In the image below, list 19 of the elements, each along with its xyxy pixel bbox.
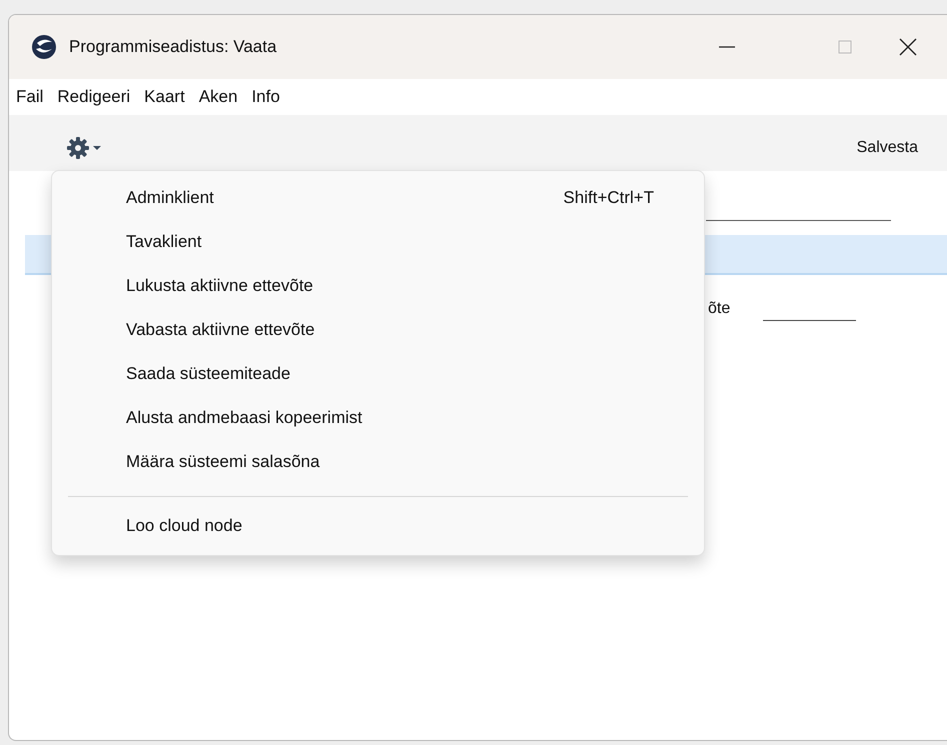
menu-bar-item[interactable]: Aken <box>192 87 245 107</box>
menu-bar-item[interactable]: Kaart <box>137 87 192 107</box>
menu-bar-item[interactable]: Info <box>244 87 287 107</box>
menu-bar-item[interactable]: Redigeeri <box>50 87 138 107</box>
menu-item[interactable]: Tavaklient <box>56 220 700 264</box>
menu-item[interactable]: Määra süsteemi salasõna <box>56 440 700 484</box>
menu-item[interactable]: Saada süsteemiteade <box>56 352 700 396</box>
close-icon[interactable] <box>897 36 919 58</box>
field-label: õte <box>708 300 730 318</box>
menu-item[interactable]: Lukusta aktiivne ettevõte <box>56 264 700 308</box>
menu-item[interactable]: Loo cloud node <box>56 504 700 548</box>
save-button[interactable]: Salvesta <box>856 139 918 157</box>
app-logo-icon <box>31 34 57 60</box>
menu-bar-item[interactable]: Fail <box>9 87 50 107</box>
menu-item[interactable]: Vabasta aktiivne ettevõte <box>56 308 700 352</box>
menu-item[interactable]: Alusta andmebaasi kopeerimist <box>56 396 700 440</box>
menu-item[interactable]: Adminklient Shift+Ctrl+T <box>56 176 700 220</box>
window-title: Programmiseadistus: Vaata <box>69 37 278 57</box>
gear-icon[interactable] <box>66 136 104 160</box>
